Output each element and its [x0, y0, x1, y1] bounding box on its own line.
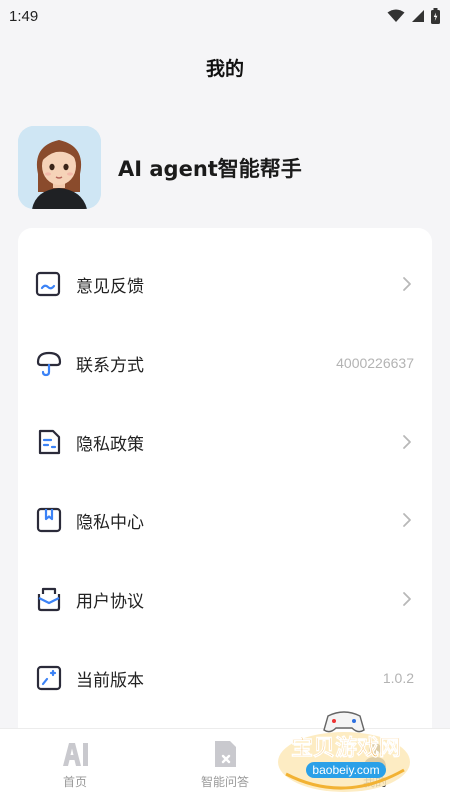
menu-item-user-agreement[interactable]: 用户协议 — [18, 569, 432, 629]
version-value: 1.0.2 — [382, 670, 414, 686]
chevron-right-icon — [403, 435, 411, 449]
menu-label: 意见反馈 — [76, 276, 144, 297]
avatar[interactable] — [18, 126, 101, 209]
nav-item-home[interactable]: 首页 — [0, 729, 150, 800]
battery-icon — [431, 8, 440, 24]
svg-text:宝贝游戏网: 宝贝游戏网 — [291, 735, 401, 761]
ai-home-icon — [63, 743, 88, 766]
menu-item-privacy-policy[interactable]: 隐私政策 — [18, 412, 432, 472]
menu-label: 隐私中心 — [76, 512, 144, 533]
menu-label: 隐私政策 — [76, 434, 144, 455]
svg-text:baobeiy.com: baobeiy.com — [312, 763, 379, 777]
menu-item-version[interactable]: 当前版本 1.0.2 — [18, 648, 432, 708]
status-icons — [387, 8, 440, 24]
watermark-logo: 宝贝游戏网 baobeiy.com — [278, 711, 410, 792]
contact-icon — [36, 351, 62, 377]
chevron-right-icon — [403, 592, 411, 606]
bookmark-icon — [36, 507, 62, 533]
menu-label: 联系方式 — [76, 355, 144, 376]
feedback-icon — [35, 271, 61, 297]
policy-icon — [38, 429, 61, 455]
contact-phone: 4000226637 — [336, 355, 414, 371]
avatar-girl-image — [18, 126, 101, 209]
nav-label: 首页 — [62, 775, 87, 789]
gamepad-icon — [323, 711, 365, 733]
menu-label: 当前版本 — [76, 670, 144, 691]
profile-section: AI agent智能帮手 — [18, 126, 302, 209]
agreement-icon — [37, 587, 61, 612]
status-bar: 1:49 — [0, 0, 450, 32]
profile-name: AI agent智能帮手 — [118, 156, 302, 181]
menu-label: 用户协议 — [76, 591, 144, 612]
version-icon — [36, 665, 62, 691]
menu-item-privacy-center[interactable]: 隐私中心 — [18, 490, 432, 550]
wifi-icon — [387, 9, 405, 22]
page-title: 我的 — [205, 58, 244, 80]
status-time: 1:49 — [9, 7, 39, 25]
menu-item-contact[interactable]: 联系方式 4000226637 — [18, 333, 432, 393]
chevron-right-icon — [403, 277, 411, 291]
menu-item-feedback[interactable]: 意见反馈 — [18, 254, 432, 314]
qa-doc-icon — [215, 741, 236, 767]
chevron-right-icon — [403, 513, 411, 527]
menu-card: 意见反馈 联系方式 4000226637 隐私政策 隐私中心 用户协议 当前版本… — [18, 228, 432, 748]
signal-icon — [412, 10, 424, 22]
